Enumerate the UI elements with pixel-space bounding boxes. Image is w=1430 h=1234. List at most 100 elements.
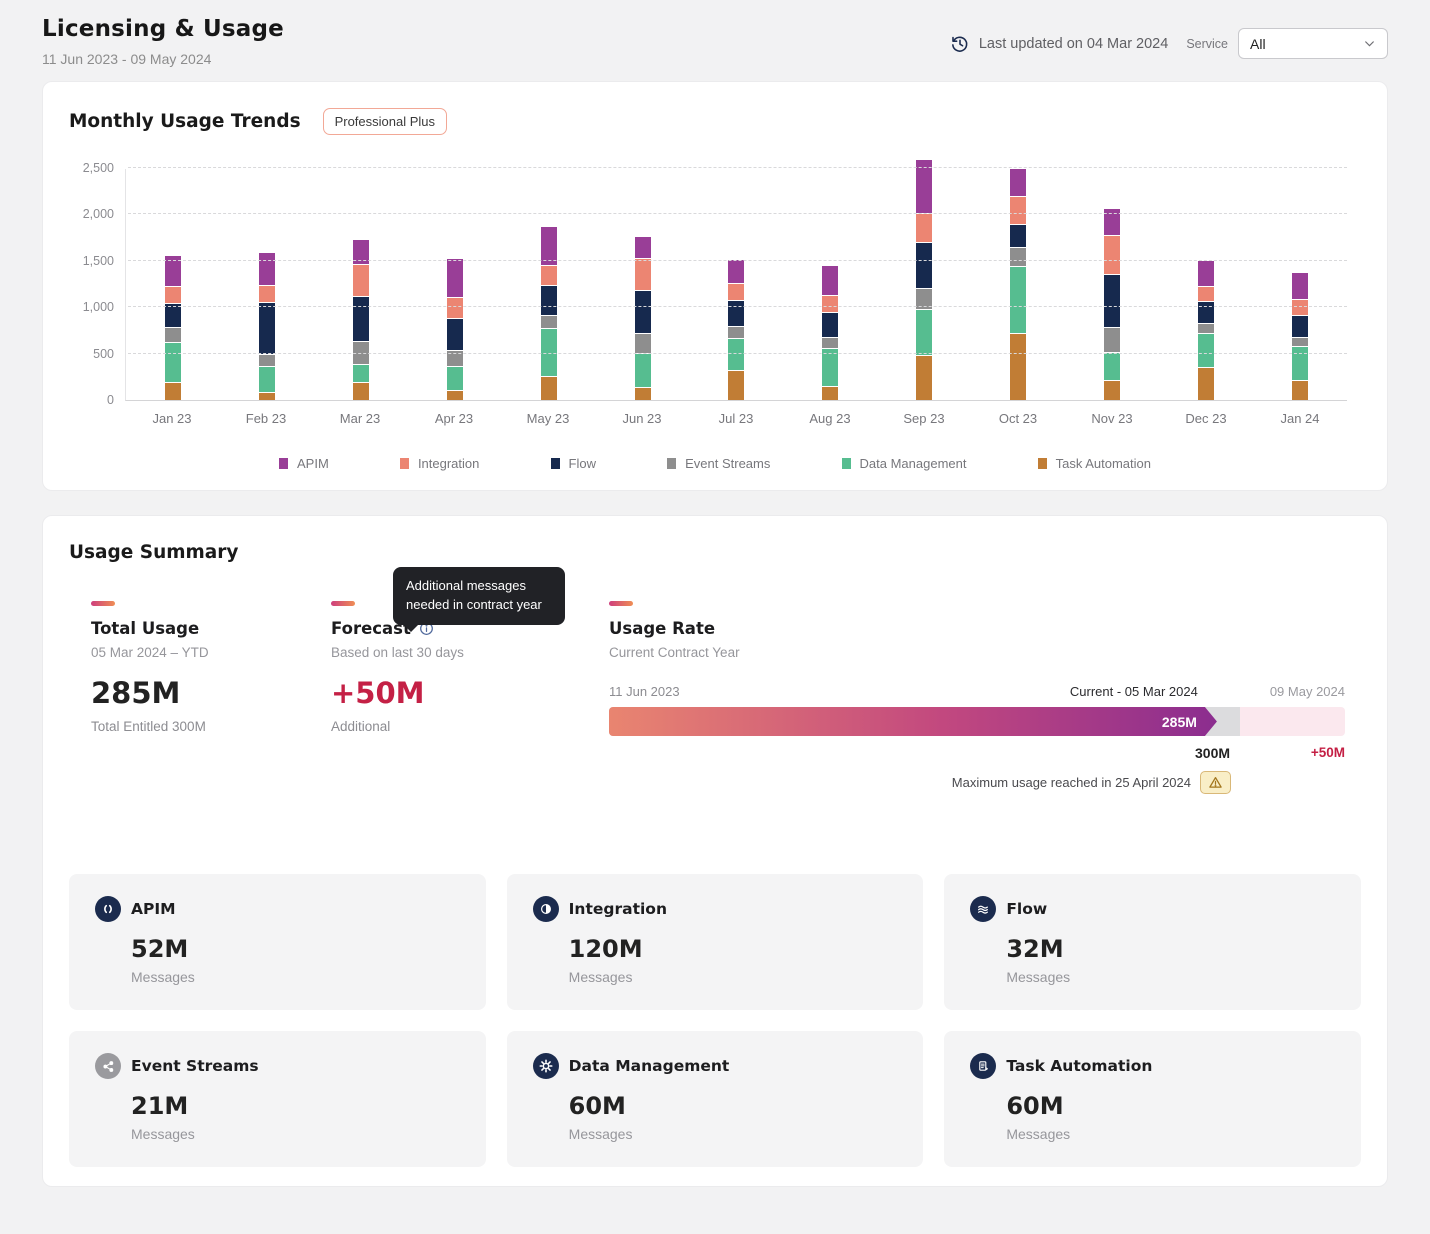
bar-segment-data-management[interactable] xyxy=(728,339,744,371)
legend-item-apim[interactable]: APIM xyxy=(279,456,329,471)
bar-segment-event-streams[interactable] xyxy=(1292,338,1308,346)
legend-swatch xyxy=(400,458,409,469)
bar-segment-task-automation[interactable] xyxy=(1104,381,1120,400)
bar-segment-integration[interactable] xyxy=(541,266,557,285)
bar-segment-task-automation[interactable] xyxy=(1010,334,1026,400)
bar-segment-apim[interactable] xyxy=(916,160,932,213)
stacked-bar-mar-23[interactable] xyxy=(353,240,369,400)
chart-legend: APIM Integration Flow Event Streams Data Man… xyxy=(279,456,1151,471)
bar-segment-apim[interactable] xyxy=(1292,273,1308,299)
x-axis-label: Apr 23 xyxy=(407,411,501,426)
stacked-bar-apr-23[interactable] xyxy=(447,259,463,400)
bar-segment-data-management[interactable] xyxy=(353,365,369,383)
stacked-bar-jul-23[interactable] xyxy=(728,260,744,400)
bar-segment-integration[interactable] xyxy=(1292,300,1308,315)
usage-rate-label: Usage Rate xyxy=(609,619,715,638)
bar-segment-task-automation[interactable] xyxy=(259,393,275,400)
bar-segment-flow[interactable] xyxy=(1292,316,1308,336)
bar-segment-task-automation[interactable] xyxy=(541,377,557,400)
stacked-bar-jun-23[interactable] xyxy=(635,237,651,400)
bar-segment-apim[interactable] xyxy=(1010,169,1026,196)
bar-segment-task-automation[interactable] xyxy=(447,391,463,400)
bar-segment-integration[interactable] xyxy=(1104,236,1120,274)
bar-segment-flow[interactable] xyxy=(822,313,838,337)
bar-segment-apim[interactable] xyxy=(259,253,275,285)
bar-segment-task-automation[interactable] xyxy=(1292,381,1308,400)
current-usage-fill[interactable]: 285M xyxy=(609,707,1217,736)
bar-segment-apim[interactable] xyxy=(728,260,744,283)
bar-segment-flow[interactable] xyxy=(447,319,463,350)
stacked-bar-aug-23[interactable] xyxy=(822,266,838,400)
bar-segment-apim[interactable] xyxy=(1198,261,1214,286)
bar-segment-event-streams[interactable] xyxy=(165,328,181,342)
bar-segment-task-automation[interactable] xyxy=(635,388,651,400)
bar-segment-flow[interactable] xyxy=(259,303,275,354)
bar-segment-event-streams[interactable] xyxy=(1104,328,1120,352)
bar-segment-integration[interactable] xyxy=(1198,287,1214,301)
bar-segment-integration[interactable] xyxy=(728,284,744,300)
bar-segment-event-streams[interactable] xyxy=(635,334,651,353)
bar-segment-task-automation[interactable] xyxy=(822,387,838,400)
bar-segment-flow[interactable] xyxy=(1104,275,1120,326)
stat-unit: Messages xyxy=(1006,969,1335,985)
bar-segment-flow[interactable] xyxy=(728,301,744,327)
bar-segment-integration[interactable] xyxy=(165,287,181,304)
bar-segment-data-management[interactable] xyxy=(447,367,463,390)
bar-segment-data-management[interactable] xyxy=(1198,334,1214,366)
stacked-bar-sep-23[interactable] xyxy=(916,160,932,400)
stacked-bar-may-23[interactable] xyxy=(541,227,557,400)
stacked-bar-jan-23[interactable] xyxy=(165,256,181,400)
bar-segment-event-streams[interactable] xyxy=(728,327,744,337)
legend-item-flow[interactable]: Flow xyxy=(551,456,596,471)
bar-segment-task-automation[interactable] xyxy=(353,383,369,400)
bar-segment-data-management[interactable] xyxy=(259,367,275,391)
header-right: Last updated on 04 Mar 2024 Service All xyxy=(950,28,1388,59)
legend-item-event-streams[interactable]: Event Streams xyxy=(667,456,770,471)
bar-segment-apim[interactable] xyxy=(822,266,838,295)
bar-segment-data-management[interactable] xyxy=(165,343,181,382)
bar-segment-task-automation[interactable] xyxy=(1198,368,1214,400)
bar-segment-integration[interactable] xyxy=(1010,197,1026,225)
bar-segment-integration[interactable] xyxy=(916,214,932,242)
legend-item-data-management[interactable]: Data Management xyxy=(842,456,967,471)
legend-item-task-automation[interactable]: Task Automation xyxy=(1038,456,1151,471)
y-axis-tick: 0 xyxy=(70,393,114,407)
stacked-bar-dec-23[interactable] xyxy=(1198,261,1214,400)
bar-segment-integration[interactable] xyxy=(635,259,651,291)
bar-segment-apim[interactable] xyxy=(447,259,463,297)
bar-segment-flow[interactable] xyxy=(1010,225,1026,246)
bar-segment-task-automation[interactable] xyxy=(165,383,181,400)
bar-segment-event-streams[interactable] xyxy=(259,355,275,366)
event-streams-icon xyxy=(95,1053,121,1079)
bar-segment-flow[interactable] xyxy=(541,286,557,316)
bar-segment-integration[interactable] xyxy=(447,298,463,318)
bar-segment-event-streams[interactable] xyxy=(822,338,838,348)
stacked-bar-oct-23[interactable] xyxy=(1010,169,1026,400)
bar-segment-integration[interactable] xyxy=(259,286,275,302)
bar-segment-apim[interactable] xyxy=(635,237,651,257)
bar-segment-integration[interactable] xyxy=(353,265,369,296)
stacked-bar-feb-23[interactable] xyxy=(259,253,275,400)
bar-segment-flow[interactable] xyxy=(165,304,181,327)
bar-segment-task-automation[interactable] xyxy=(728,371,744,400)
bar-segment-data-management[interactable] xyxy=(916,310,932,355)
bar-segment-data-management[interactable] xyxy=(635,354,651,387)
bar-segment-flow[interactable] xyxy=(916,243,932,288)
stat-card-event-streams: Event Streams 21M Messages xyxy=(69,1031,486,1167)
bar-segment-data-management[interactable] xyxy=(1104,353,1120,381)
bar-segment-data-management[interactable] xyxy=(1010,267,1026,333)
bar-segment-flow[interactable] xyxy=(353,297,369,342)
bar-segment-data-management[interactable] xyxy=(822,349,838,386)
stacked-bar-jan-24[interactable] xyxy=(1292,273,1308,400)
stacked-bar-nov-23[interactable] xyxy=(1104,209,1120,400)
bar-segment-task-automation[interactable] xyxy=(916,356,932,400)
bar-segment-integration[interactable] xyxy=(822,296,838,312)
warning-icon[interactable] xyxy=(1200,771,1231,794)
legend-item-integration[interactable]: Integration xyxy=(400,456,479,471)
bar-segment-flow[interactable] xyxy=(635,291,651,333)
legend-swatch xyxy=(842,458,851,469)
service-select[interactable]: All xyxy=(1238,28,1388,59)
bar-segment-event-streams[interactable] xyxy=(1010,248,1026,267)
bar-segment-event-streams[interactable] xyxy=(1198,324,1214,333)
bar-segment-event-streams[interactable] xyxy=(541,316,557,328)
